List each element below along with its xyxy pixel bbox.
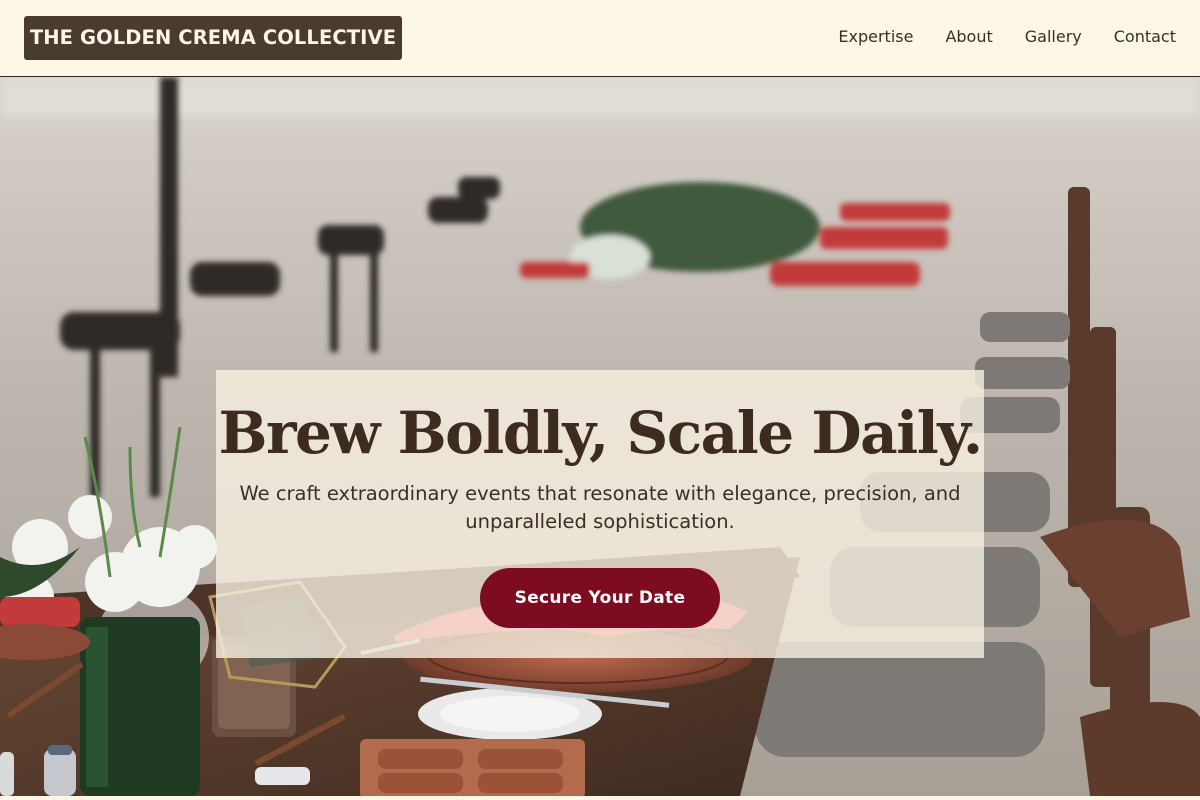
site-header: THE GOLDEN CREMA COLLECTIVE Expertise Ab… [0,0,1200,77]
hero-card: Brew Boldly, Scale Daily. We craft extra… [216,370,984,658]
nav-link-gallery[interactable]: Gallery [1025,27,1082,47]
hero-subtitle: We craft extraordinary events that reson… [239,482,961,533]
nav-link-expertise[interactable]: Expertise [838,27,913,47]
nav-link-contact[interactable]: Contact [1114,27,1176,47]
page-bottom-edge [0,796,1200,800]
hero-title: Brew Boldly, Scale Daily. [218,399,983,467]
main-nav: Expertise About Gallery Contact [806,27,1176,47]
nav-link-about[interactable]: About [945,27,992,47]
brand-logo[interactable]: THE GOLDEN CREMA COLLECTIVE [24,16,402,60]
secure-date-button[interactable]: Secure Your Date [480,568,720,628]
hero-section: Brew Boldly, Scale Daily. We craft extra… [0,77,1200,796]
